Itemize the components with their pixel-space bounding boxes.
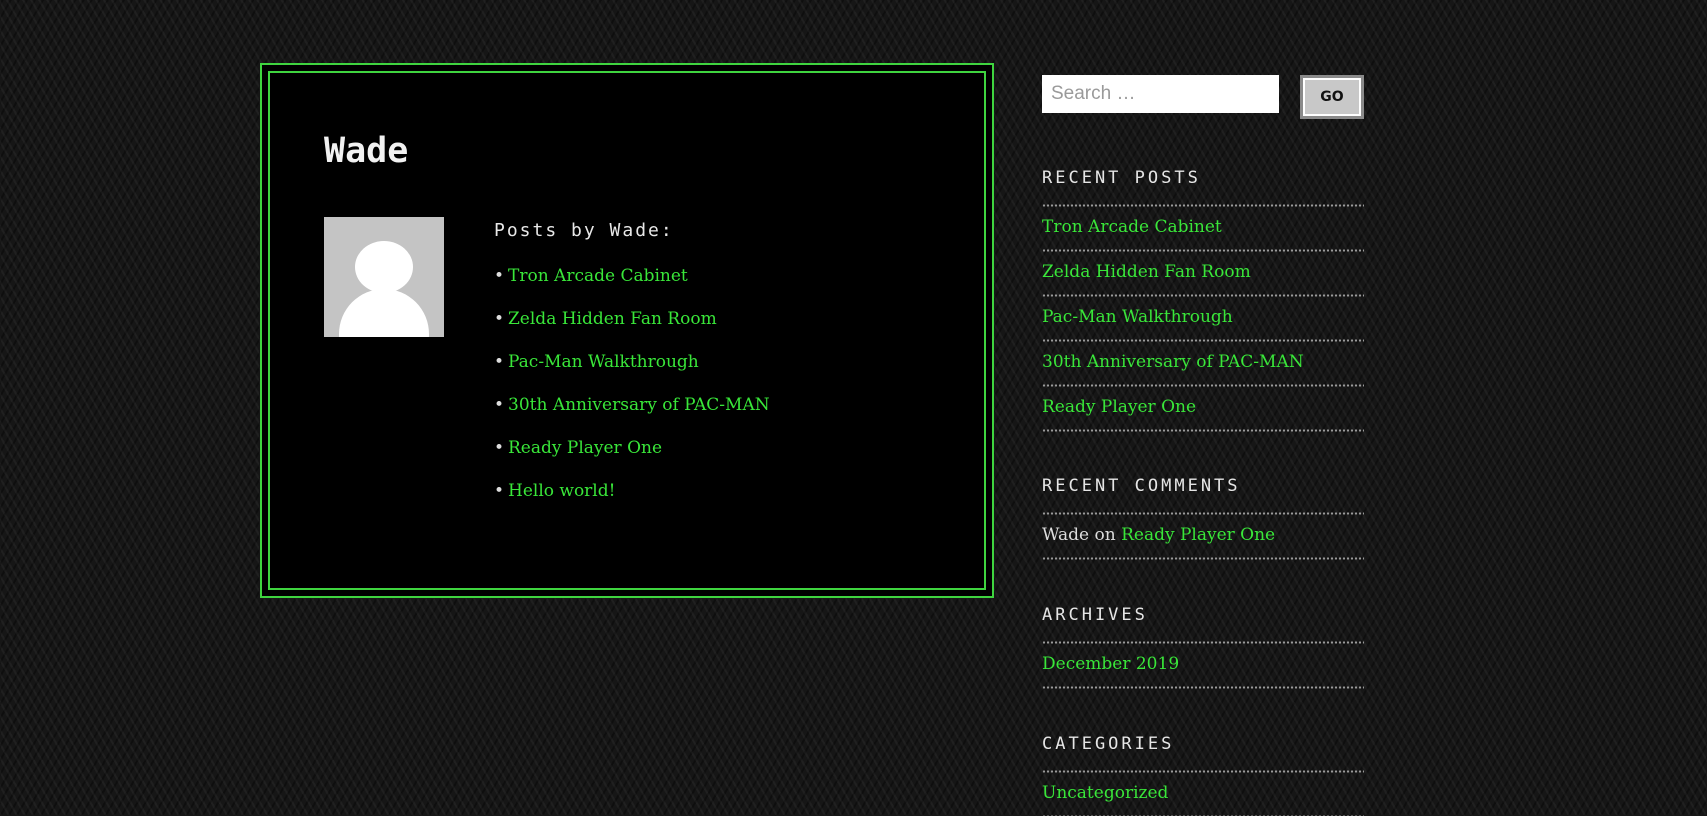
list-item: Wade on Ready Player One <box>1042 515 1364 560</box>
post-link[interactable]: Hello world! <box>508 481 615 501</box>
comment-author: Wade <box>1042 525 1090 545</box>
archives-list: December 2019 <box>1042 644 1364 689</box>
bullet-icon: • <box>494 266 505 286</box>
bullet-icon: • <box>494 352 505 372</box>
recent-posts-list: Tron Arcade Cabinet Zelda Hidden Fan Roo… <box>1042 207 1364 432</box>
bullet-icon: • <box>494 438 505 458</box>
bullet-icon: • <box>494 395 505 415</box>
list-item: 30th Anniversary of PAC-MAN <box>1042 342 1364 387</box>
search-go-button[interactable]: GO <box>1300 75 1364 119</box>
widget-categories: CATEGORIES Uncategorized <box>1042 730 1364 816</box>
comment-post-link[interactable]: Ready Player One <box>1121 525 1275 545</box>
list-item: • 30th Anniversary of PAC-MAN <box>494 392 770 435</box>
category-link[interactable]: Uncategorized <box>1042 783 1168 803</box>
widget-title: RECENT POSTS <box>1042 168 1201 188</box>
post-link[interactable]: Tron Arcade Cabinet <box>508 266 688 286</box>
widget-recent-comments: RECENT COMMENTS Wade on Ready Player One <box>1042 472 1364 560</box>
recent-post-link[interactable]: Tron Arcade Cabinet <box>1042 217 1222 237</box>
avatar-head-shape <box>355 241 413 293</box>
bullet-icon: • <box>494 309 505 329</box>
recent-post-link[interactable]: Pac-Man Walkthrough <box>1042 307 1233 327</box>
list-item: • Hello world! <box>494 478 770 521</box>
archive-link[interactable]: December 2019 <box>1042 654 1179 674</box>
list-item: • Pac-Man Walkthrough <box>494 349 770 392</box>
avatar-body-shape <box>339 289 429 337</box>
recent-post-link[interactable]: Ready Player One <box>1042 397 1196 417</box>
dotted-divider <box>1042 557 1364 560</box>
categories-list: Uncategorized <box>1042 773 1364 816</box>
list-item: Pac-Man Walkthrough <box>1042 297 1364 342</box>
dotted-divider <box>1042 686 1364 689</box>
dotted-divider <box>1042 429 1364 432</box>
widget-title: RECENT COMMENTS <box>1042 476 1241 496</box>
bullet-icon: • <box>494 481 505 501</box>
recent-post-link[interactable]: Zelda Hidden Fan Room <box>1042 262 1251 282</box>
posts-heading: Posts by Wade: <box>494 220 674 241</box>
avatar <box>324 217 444 337</box>
search-input[interactable] <box>1042 75 1279 113</box>
list-item: Tron Arcade Cabinet <box>1042 207 1364 252</box>
list-item: Zelda Hidden Fan Room <box>1042 252 1364 297</box>
list-item: • Zelda Hidden Fan Room <box>494 306 770 349</box>
widget-title: CATEGORIES <box>1042 734 1175 754</box>
post-link[interactable]: Zelda Hidden Fan Room <box>508 309 717 329</box>
comment-on-text: on <box>1094 525 1116 545</box>
author-name: Wade <box>324 131 409 171</box>
recent-comments-list: Wade on Ready Player One <box>1042 515 1364 560</box>
author-posts-list: • Tron Arcade Cabinet • Zelda Hidden Fan R… <box>494 263 770 521</box>
widget-archives: ARCHIVES December 2019 <box>1042 601 1364 689</box>
post-link[interactable]: 30th Anniversary of PAC-MAN <box>508 395 770 415</box>
list-item: Uncategorized <box>1042 773 1364 816</box>
post-link[interactable]: Pac-Man Walkthrough <box>508 352 699 372</box>
post-link[interactable]: Ready Player One <box>508 438 662 458</box>
widget-recent-posts: RECENT POSTS Tron Arcade Cabinet Zelda H… <box>1042 164 1364 432</box>
list-item: • Ready Player One <box>494 435 770 478</box>
list-item: • Tron Arcade Cabinet <box>494 263 770 306</box>
recent-post-link[interactable]: 30th Anniversary of PAC-MAN <box>1042 352 1304 372</box>
author-panel: Wade Posts by Wade: • Tron Arcade Cabinet… <box>260 63 994 598</box>
list-item: December 2019 <box>1042 644 1364 689</box>
list-item: Ready Player One <box>1042 387 1364 432</box>
widget-title: ARCHIVES <box>1042 605 1148 625</box>
